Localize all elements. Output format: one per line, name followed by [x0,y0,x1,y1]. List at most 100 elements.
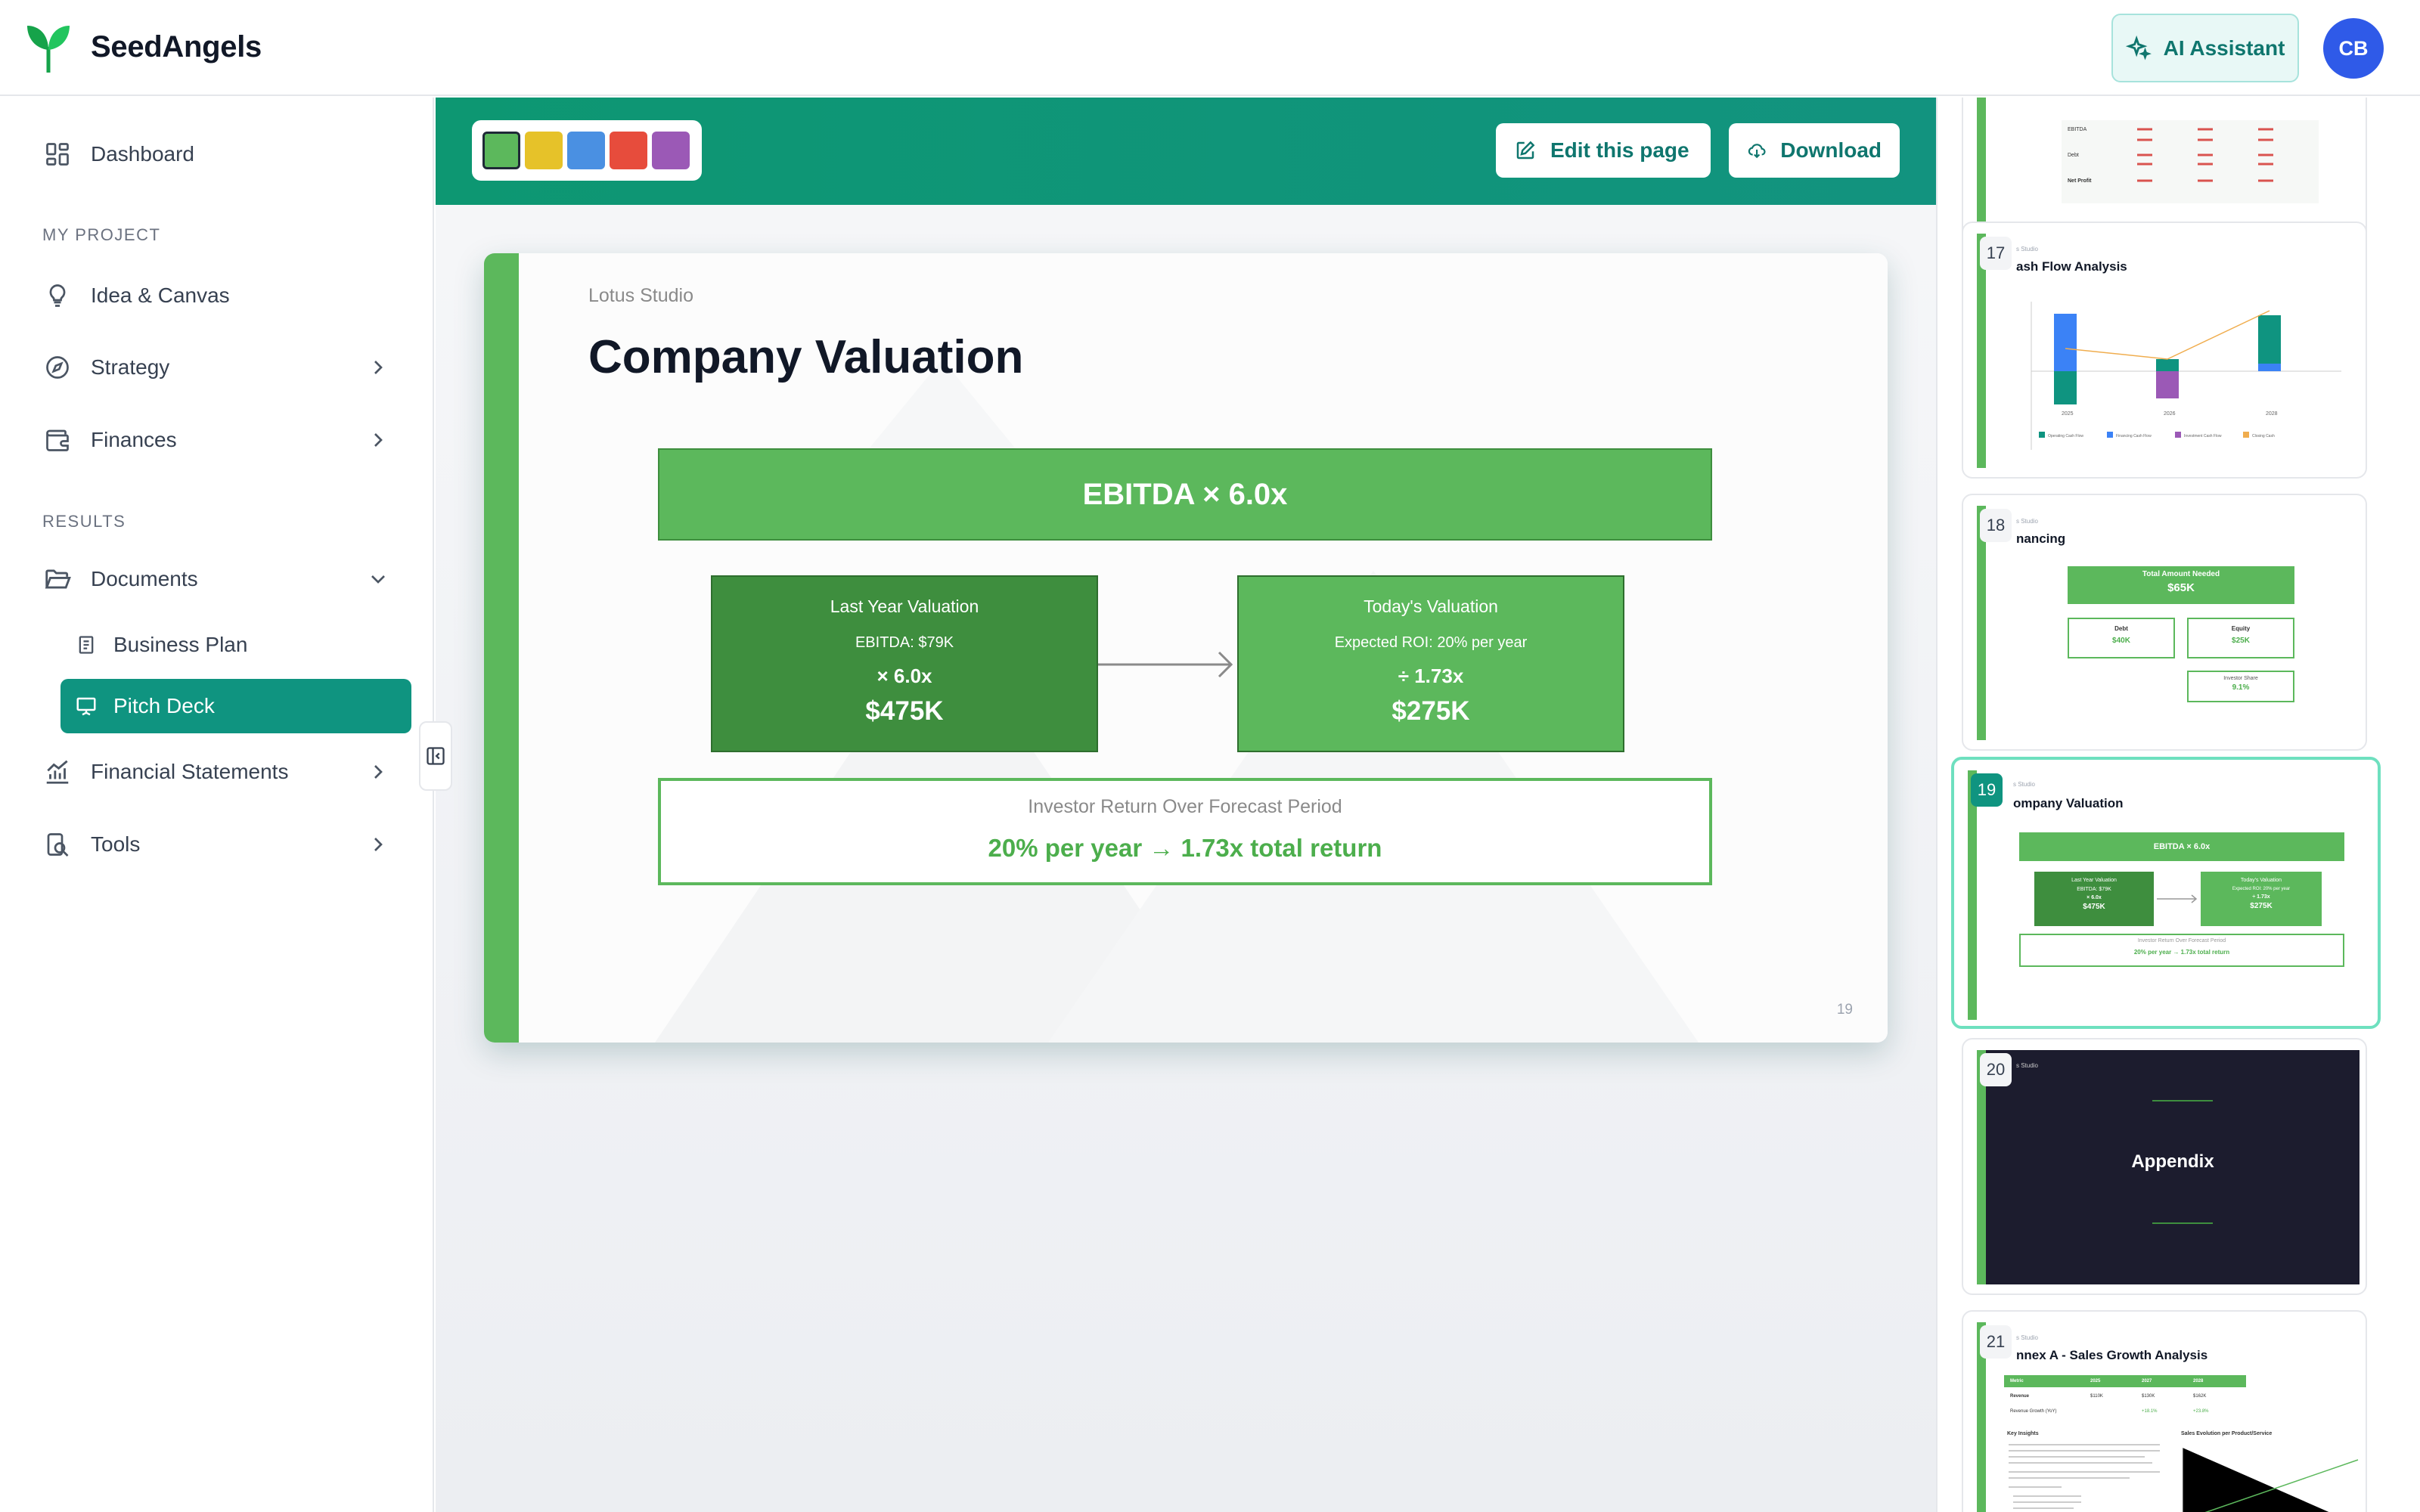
thumb21-table-header: Metric 2025 2027 2028 [2004,1375,2246,1387]
download-label: Download [1780,138,1882,162]
thumb21-th-3: 2027 [2142,1379,2152,1383]
thumb17-year-2: 2026 [2164,411,2176,417]
sidebar-item-financial-statements[interactable]: Financial Statements [42,749,390,795]
thumbnail-number: 21 [1980,1325,2012,1359]
thumb19-right-value: $275K [2250,902,2273,910]
thumb19-left-box: Last Year Valuation EBITDA: $79K × 6.0x … [2034,872,2154,926]
sidebar-item-label: Pitch Deck [113,694,215,717]
thumbnail-number: 17 [1980,237,2012,270]
sidebar-item-idea-canvas[interactable]: Idea & Canvas [42,273,390,318]
sidebar-item-pitch-deck[interactable]: Pitch Deck [60,679,411,733]
slide-thumbnail-panel[interactable]: EBITDA Debt Net Profit 17 s Studio ash F… [1936,98,2420,1512]
thumb16-row-net-profit: Net Profit [2068,178,2092,184]
sidebar-item-label: Dashboard [91,142,194,166]
thumbnail-number: 20 [1980,1053,2012,1086]
sidebar: Dashboard MY PROJECT Idea & Canvas Strat… [0,98,434,1512]
color-palette [472,120,702,181]
chevron-down-icon [371,575,385,584]
edit-page-button[interactable]: Edit this page [1496,123,1711,178]
investor-return-label: Investor Return Over Forecast Period [1028,796,1342,817]
thumb21-cell: $130K [2142,1394,2155,1399]
thumb21-insights-and-chart [2009,1444,2359,1512]
thumb21-cell: +18.1% [2142,1409,2158,1414]
document-icon [74,633,98,657]
thumbnail-cashflow-chart: 2025 2026 2028 Operating Cash Flow Finan… [2031,302,2341,450]
thumb19-return-value: 20% per year → 1.73x total return [2133,949,2230,956]
compass-icon [42,352,73,383]
thumb18-share-value: 9.1% [2232,683,2250,692]
sidebar-item-label: Documents [91,567,198,590]
sidebar-item-documents[interactable]: Documents [42,556,390,602]
thumbnail-company: s Studio [2016,246,2038,253]
color-swatch-green[interactable] [482,132,520,169]
chevron-right-icon [374,433,383,447]
thumb16-row-ebitda: EBITDA [2068,127,2087,132]
sparkle-icon [2125,35,2152,60]
last-year-value: $475K [865,696,944,726]
thumbnail-slide-17[interactable]: 17 s Studio ash Flow Analysis 2025 2026 … [1962,222,2367,479]
sidebar-item-strategy[interactable]: Strategy [42,345,390,390]
color-swatch-red[interactable] [610,132,647,169]
sidebar-item-finances[interactable]: Finances [42,417,390,463]
thumb18-debt-label: Debt [2114,625,2128,632]
seedling-logo-icon [27,26,70,73]
thumbnail-title: ompany Valuation [2013,796,2124,810]
collapse-sidebar-button[interactable] [419,721,452,791]
chevron-right-icon [374,838,383,851]
today-title: Today's Valuation [1364,596,1498,616]
thumb21-th-1: Metric [2010,1379,2024,1383]
thumb19-left-mult: × 6.0x [2086,895,2102,900]
thumb19-right-box: Today's Valuation Expected ROI: 20% per … [2201,872,2322,926]
thumbnail-accent-bar [1977,98,1986,237]
today-roi: Expected ROI: 20% per year [1334,634,1528,651]
thumb19-formula: EBITDA × 6.0x [2019,832,2344,861]
thumbnail-company: s Studio [2016,518,2038,525]
thumb17-legend-4: Closing Cash [2252,434,2275,438]
wallet-icon [42,425,73,455]
valuation-formula-box: EBITDA × 6.0x [658,448,1712,541]
thumb18-total-label: Total Amount Needed [2142,570,2220,578]
sidebar-item-business-plan[interactable]: Business Plan [60,618,411,672]
thumb18-share-label: Investor Share [2223,676,2258,681]
sidebar-item-tools[interactable]: Tools [42,822,390,867]
sidebar-item-label: Finances [91,428,177,451]
thumbnail-number: 19 [1971,773,2003,807]
thumb17-legend-3: Investment Cash Flow [2184,434,2222,438]
thumb19-left-sub: EBITDA: $79K [2077,887,2111,892]
folder-open-icon [42,564,73,594]
color-swatch-yellow[interactable] [525,132,563,169]
thumb19-return-label: Investor Return Over Forecast Period [2137,938,2226,943]
thumb18-total-box: Total Amount Needed $65K [2068,566,2294,604]
thumbnail-slide-18[interactable]: 18 s Studio nancing Total Amount Needed … [1962,494,2367,751]
lightbulb-icon [42,280,73,311]
user-avatar[interactable]: CB [2323,18,2384,79]
thumbnail-accent-bar [1968,770,1977,1020]
thumb20-rule-top [2152,1100,2213,1101]
thumbnail-slide-19[interactable]: 19 s Studio ompany Valuation EBITDA × 6.… [1951,757,2381,1029]
thumbnail-slide-20[interactable]: 20 s Studio Appendix [1962,1038,2367,1295]
thumb18-equity-box: Equity $25K [2187,618,2294,658]
sidebar-item-label: Tools [91,832,141,856]
thumb21-th-2: 2025 [2090,1379,2101,1383]
edit-page-label: Edit this page [1550,138,1689,162]
thumb18-share-box: Investor Share 9.1% [2187,671,2294,702]
thumb19-right-sub: Expected ROI: 20% per year [2232,887,2291,891]
thumb17-year-3: 2028 [2266,411,2278,417]
app-header: SeedAngels AI Assistant CB [0,0,2420,96]
thumb18-equity-value: $25K [2232,637,2250,645]
thumbnail-title: Appendix [2131,1151,2214,1172]
thumb17-legend-1: Operating Cash Flow [2048,434,2083,438]
thumb21-th-4: 2028 [2193,1379,2204,1383]
bar-chart-icon [42,757,73,787]
sidebar-item-dashboard[interactable]: Dashboard [42,132,390,177]
thumb17-year-1: 2025 [2062,411,2074,417]
color-swatch-blue[interactable] [567,132,605,169]
brand-name[interactable]: SeedAngels [91,30,262,64]
today-valuation-box: Today's Valuation Expected ROI: 20% per … [1237,575,1624,752]
ai-assistant-button[interactable]: AI Assistant [2111,14,2299,82]
download-button[interactable]: Download [1729,123,1900,178]
color-swatch-purple[interactable] [652,132,690,169]
thumbnail-slide-21[interactable]: 21 s Studio nnex A - Sales Growth Analys… [1962,1310,2367,1512]
slide-preview[interactable]: Lotus Studio Company Valuation EBITDA × … [484,253,1888,1043]
thumbnail-company: s Studio [2016,1062,2038,1069]
